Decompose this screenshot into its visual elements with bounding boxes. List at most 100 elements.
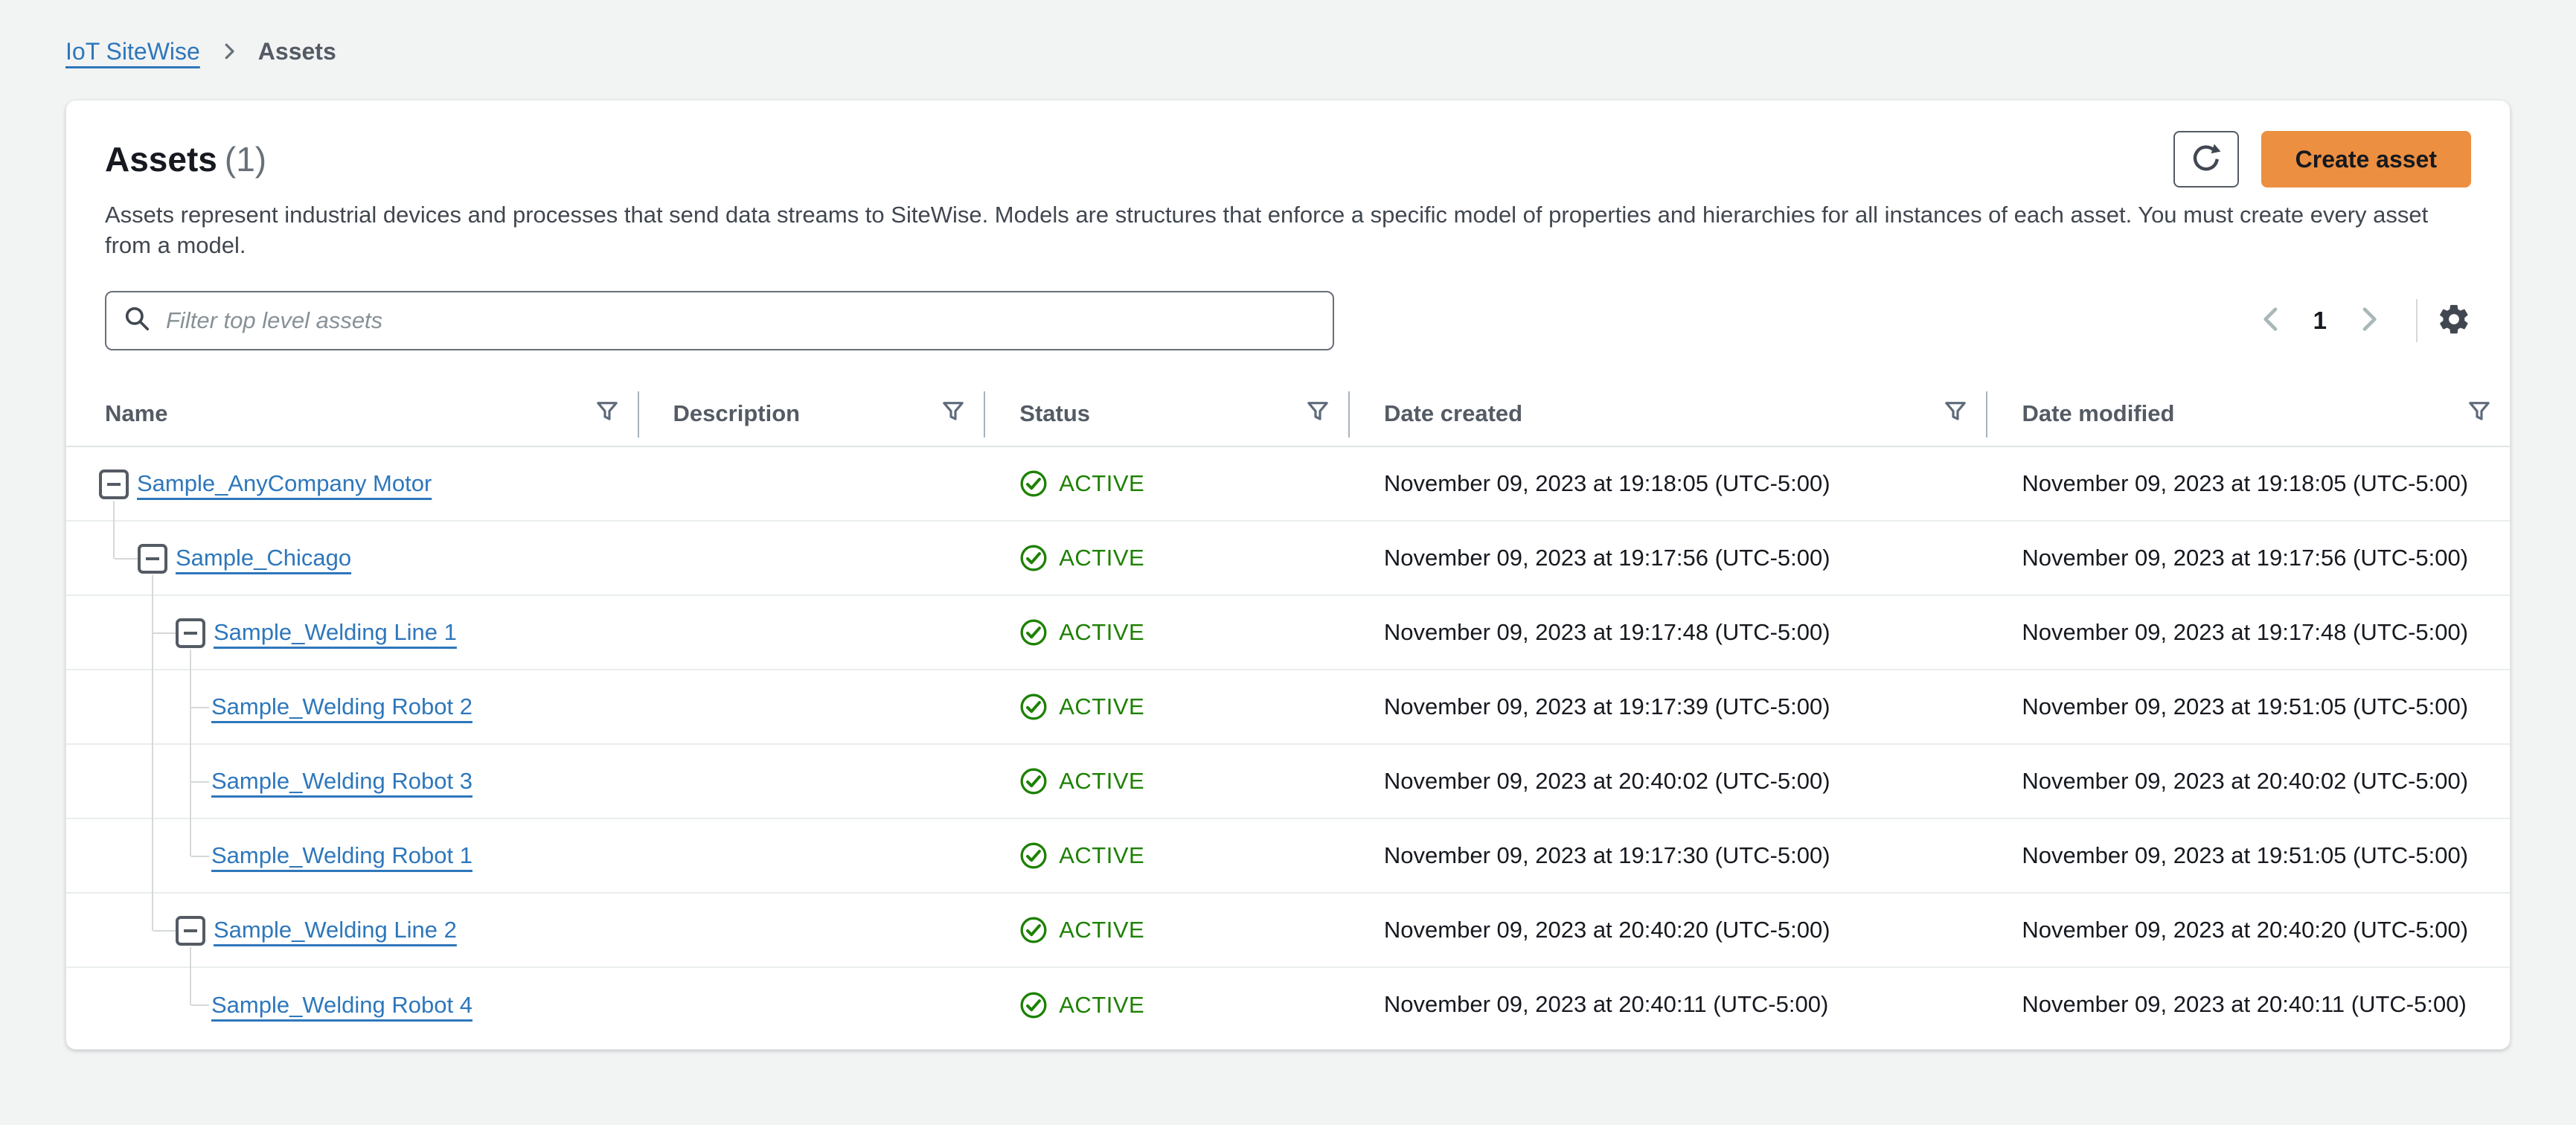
breadcrumb-link-iot-sitewise[interactable]: IoT SiteWise [65, 38, 200, 65]
asset-link[interactable]: Sample_Chicago [176, 545, 351, 571]
tree-connector-line [152, 670, 153, 745]
asset-link[interactable]: Sample_Welding Robot 1 [211, 842, 472, 869]
check-circle-icon [1019, 991, 1048, 1019]
assets-table: Name Description Status Date created Date mo… [66, 382, 2510, 1042]
asset-link[interactable]: Sample_Welding Line 2 [214, 917, 457, 943]
table-row: Sample_Welding Robot 2 ACTIVE November 09,… [66, 670, 2510, 745]
check-circle-icon [1019, 916, 1048, 944]
tree-connector-line [191, 855, 209, 857]
check-circle-icon [1019, 693, 1048, 721]
minus-icon [107, 482, 121, 486]
tree-connector-line [152, 574, 153, 596]
tree-connector-line [191, 781, 209, 783]
column-header-label: Description [673, 400, 801, 426]
name-cell: Sample_Welding Robot 3 [66, 744, 638, 819]
name-cell: Sample_Chicago [66, 521, 638, 596]
column-header-label: Date created [1383, 400, 1523, 426]
status-badge: ACTIVE [1059, 842, 1145, 868]
check-circle-icon [1019, 842, 1048, 870]
tree-connector-line [152, 744, 153, 819]
status-badge: ACTIVE [1059, 767, 1145, 794]
pagination-current-page[interactable]: 1 [2297, 307, 2343, 335]
breadcrumb: IoT SiteWise Assets [0, 0, 2576, 65]
name-cell: Sample_AnyCompany Motor [66, 447, 638, 522]
tree-connector-line [191, 706, 209, 708]
pagination-next-button[interactable] [2343, 304, 2394, 336]
asset-link[interactable]: Sample_Welding Robot 3 [211, 768, 472, 795]
asset-count: (1) [224, 140, 267, 179]
filter-funnel-icon[interactable] [942, 400, 964, 428]
column-header-label: Status [1019, 400, 1091, 426]
filter-funnel-icon[interactable] [596, 400, 618, 428]
column-header-date-modified: Date modified [1986, 382, 2510, 446]
table-row: Sample_Welding Robot 4 ACTIVE November 09,… [66, 967, 2510, 1042]
filter-funnel-icon[interactable] [2468, 400, 2490, 428]
date-created-cell: November 09, 2023 at 19:17:30 (UTC-5:00) [1383, 842, 1830, 868]
chevron-right-icon [2354, 304, 2383, 336]
filter-input-wrapper [105, 290, 1334, 350]
status-cell: ACTIVE [984, 819, 1348, 892]
asset-link[interactable]: Sample_Welding Robot 4 [211, 992, 472, 1019]
status-badge: ACTIVE [1059, 916, 1145, 943]
tree-collapse-toggle[interactable] [138, 543, 167, 574]
status-badge: ACTIVE [1059, 991, 1145, 1018]
asset-link[interactable]: Sample_Welding Line 1 [214, 619, 457, 646]
name-cell: Sample_Welding Line 1 [66, 595, 638, 670]
table-row: Sample_Chicago ACTIVE November 09, 2023 at… [66, 521, 2510, 596]
date-created-cell: November 09, 2023 at 20:40:20 (UTC-5:00) [1383, 916, 1830, 943]
filter-funnel-icon[interactable] [1307, 400, 1329, 428]
filter-input[interactable] [164, 306, 1316, 335]
column-header-label: Date modified [2022, 400, 2175, 426]
description-cell [638, 522, 984, 594]
assets-panel: Assets (1) Create asset Assets represent … [65, 100, 2511, 1050]
filter-funnel-icon[interactable] [1944, 400, 1967, 428]
gear-icon [2437, 302, 2471, 339]
date-modified-cell: November 09, 2023 at 19:17:48 (UTC-5:00) [2022, 618, 2469, 645]
tree-collapse-toggle[interactable] [176, 915, 205, 946]
check-circle-icon [1019, 618, 1048, 647]
preferences-button[interactable] [2437, 302, 2471, 339]
page-title: Assets (1) [105, 139, 266, 179]
date-modified-cell: November 09, 2023 at 19:18:05 (UTC-5:00) [2022, 469, 2469, 496]
table-row: Sample_AnyCompany Motor ACTIVE November 09… [66, 447, 2510, 522]
table-row: Sample_Welding Line 1 ACTIVE November 09, … [66, 595, 2510, 670]
status-badge: ACTIVE [1059, 618, 1145, 645]
refresh-icon [2190, 142, 2223, 177]
description-cell [638, 447, 984, 520]
tree-connector-line [153, 929, 176, 932]
tree-connector-line [152, 818, 153, 894]
tree-connector-line [153, 632, 176, 634]
table-body: Sample_AnyCompany Motor ACTIVE November 09… [66, 447, 2510, 1042]
description-cell [638, 968, 984, 1042]
date-created-cell: November 09, 2023 at 19:17:56 (UTC-5:00) [1383, 544, 1830, 571]
status-cell: ACTIVE [984, 522, 1348, 594]
tree-collapse-toggle[interactable] [99, 469, 129, 499]
date-modified-cell: November 09, 2023 at 20:40:20 (UTC-5:00) [2022, 916, 2469, 943]
tree-connector-line [190, 649, 191, 670]
minus-icon [146, 557, 159, 560]
breadcrumb-current: Assets [257, 37, 336, 65]
table-header-row: Name Description Status Date created Date mo… [66, 382, 2510, 447]
description-cell [638, 819, 984, 892]
asset-link[interactable]: Sample_AnyCompany Motor [137, 470, 432, 497]
tree-connector-line [190, 967, 191, 1005]
description-cell [638, 596, 984, 669]
date-modified-cell: November 09, 2023 at 19:17:56 (UTC-5:00) [2022, 544, 2469, 571]
refresh-button[interactable] [2173, 131, 2239, 188]
check-circle-icon [1019, 469, 1048, 498]
name-cell: Sample_Welding Robot 1 [66, 818, 638, 894]
table-row: Sample_Welding Robot 1 ACTIVE November 09,… [66, 818, 2510, 894]
column-header-description: Description [637, 382, 984, 446]
tree-connector-line [190, 946, 191, 968]
column-header-name: Name [66, 382, 638, 446]
tree-collapse-toggle[interactable] [176, 618, 205, 648]
check-circle-icon [1019, 767, 1048, 795]
minus-icon [184, 631, 197, 635]
description-cell [638, 745, 984, 818]
status-cell: ACTIVE [984, 670, 1348, 743]
name-cell: Sample_Welding Robot 4 [66, 967, 638, 1042]
chevron-left-icon [2257, 304, 2287, 336]
create-asset-button[interactable]: Create asset [2261, 131, 2471, 188]
asset-link[interactable]: Sample_Welding Robot 2 [211, 693, 472, 720]
pagination-prev-button[interactable] [2246, 304, 2297, 336]
